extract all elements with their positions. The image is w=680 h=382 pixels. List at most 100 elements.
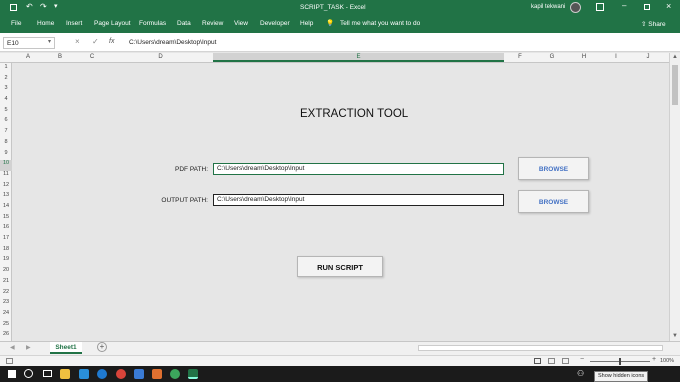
tab-file[interactable]: File: [11, 20, 21, 27]
scroll-up-icon[interactable]: ▲: [672, 54, 678, 60]
row-header-21[interactable]: 21: [0, 278, 12, 289]
insert-function-icon[interactable]: fx: [109, 38, 114, 45]
run-script-button[interactable]: RUN SCRIPT: [297, 256, 383, 277]
row-header-2[interactable]: 2: [0, 75, 12, 86]
column-header-f[interactable]: F: [504, 54, 536, 60]
row-header-23[interactable]: 23: [0, 299, 12, 310]
customize-toolbar-icon[interactable]: ▾: [54, 2, 58, 10]
user-name[interactable]: kapil tekwani: [531, 4, 565, 10]
horizontal-scrollbar[interactable]: [418, 345, 663, 351]
page-break-view-icon[interactable]: [562, 358, 569, 364]
search-icon[interactable]: [24, 369, 33, 378]
cancel-entry-icon[interactable]: ×: [75, 37, 80, 46]
column-header-d[interactable]: D: [108, 54, 213, 60]
pdf-browse-button[interactable]: BROWSE: [518, 157, 589, 180]
vertical-scrollbar[interactable]: ▲ ▼: [669, 53, 680, 343]
row-header-7[interactable]: 7: [0, 128, 12, 139]
row-header-18[interactable]: 18: [0, 246, 12, 257]
column-header-c[interactable]: C: [76, 54, 108, 60]
media-icon[interactable]: [152, 369, 162, 379]
row-header-20[interactable]: 20: [0, 267, 12, 278]
row-header-1[interactable]: 1: [0, 64, 12, 75]
row-header-22[interactable]: 22: [0, 289, 12, 300]
vscode-icon[interactable]: [79, 369, 89, 379]
sheet-area[interactable]: EXTRACTION TOOL PDF PATH: C:\Users\dream…: [12, 63, 669, 341]
row-header-24[interactable]: 24: [0, 310, 12, 321]
row-header-9[interactable]: 9: [0, 150, 12, 161]
file-explorer-icon[interactable]: [60, 369, 70, 379]
row-header-6[interactable]: 6: [0, 117, 12, 128]
row-header-25[interactable]: 25: [0, 321, 12, 332]
share-button[interactable]: ⇧ Share: [641, 20, 666, 28]
column-header-g[interactable]: G: [536, 54, 568, 60]
minimize-icon[interactable]: –: [622, 1, 626, 10]
redo-icon[interactable]: ↷: [40, 2, 47, 11]
tab-view[interactable]: View: [234, 20, 248, 27]
tell-me-input[interactable]: Tell me what you want to do: [340, 20, 420, 27]
undo-icon[interactable]: ↶: [26, 2, 33, 11]
photos-icon[interactable]: [134, 369, 144, 379]
row-header-15[interactable]: 15: [0, 214, 12, 225]
sheet-tab-sheet1[interactable]: Sheet1: [50, 342, 82, 354]
row-header-17[interactable]: 17: [0, 235, 12, 246]
row-header-13[interactable]: 13: [0, 192, 12, 203]
tab-insert[interactable]: Insert: [66, 20, 82, 27]
row-header-11[interactable]: 11: [0, 171, 12, 182]
formula-input[interactable]: C:\Users\dream\Desktop\Input: [126, 37, 676, 49]
tab-home[interactable]: Home: [37, 20, 54, 27]
output-path-input[interactable]: C:\Users\dream\Desktop\Input: [213, 194, 504, 206]
save-icon[interactable]: [10, 4, 17, 11]
row-header-5[interactable]: 5: [0, 107, 12, 118]
row-header-3[interactable]: 3: [0, 85, 12, 96]
zoom-slider-thumb[interactable]: [619, 358, 621, 365]
restore-icon[interactable]: [644, 4, 650, 10]
column-header-e[interactable]: E: [213, 53, 504, 62]
sheet-tab-bar: ◀ ▶ Sheet1 +: [0, 341, 680, 355]
scroll-thumb[interactable]: [672, 65, 678, 105]
row-header-14[interactable]: 14: [0, 203, 12, 214]
task-view-icon[interactable]: [43, 370, 52, 377]
enter-entry-icon[interactable]: ✓: [92, 37, 99, 46]
tab-review[interactable]: Review: [202, 20, 223, 27]
column-header-b[interactable]: B: [44, 54, 76, 60]
column-header-i[interactable]: I: [600, 54, 632, 60]
macro-record-icon[interactable]: [6, 358, 13, 364]
close-icon[interactable]: ×: [666, 1, 671, 11]
prev-sheet-icon[interactable]: ◀: [10, 344, 15, 351]
tab-formulas[interactable]: Formulas: [139, 20, 166, 27]
edge-icon[interactable]: [97, 369, 107, 379]
pdf-path-label: PDF PATH:: [175, 166, 208, 173]
scroll-down-icon[interactable]: ▼: [672, 333, 678, 339]
zoom-out-icon[interactable]: −: [580, 356, 584, 363]
chrome-icon[interactable]: [116, 369, 126, 379]
tab-developer[interactable]: Developer: [260, 20, 290, 27]
row-header-8[interactable]: 8: [0, 139, 12, 150]
chrome-icon-2[interactable]: [170, 369, 180, 379]
row-header-12[interactable]: 12: [0, 182, 12, 193]
tab-data[interactable]: Data: [177, 20, 191, 27]
zoom-level[interactable]: 100%: [660, 358, 674, 364]
row-header-19[interactable]: 19: [0, 256, 12, 267]
normal-view-icon[interactable]: [534, 358, 541, 364]
windows-start-icon[interactable]: [8, 370, 16, 378]
output-browse-button[interactable]: BROWSE: [518, 190, 589, 213]
people-icon[interactable]: ⚇: [577, 369, 584, 378]
row-header-16[interactable]: 16: [0, 224, 12, 235]
tab-page-layout[interactable]: Page Layout: [94, 20, 131, 27]
column-header-a[interactable]: A: [12, 54, 44, 60]
pdf-path-input[interactable]: C:\Users\dream\Desktop\Input: [213, 163, 504, 175]
next-sheet-icon[interactable]: ▶: [26, 344, 31, 351]
excel-taskbar-icon[interactable]: [188, 369, 198, 379]
row-header-10[interactable]: 10: [0, 160, 12, 171]
column-header-j[interactable]: J: [632, 54, 664, 60]
add-sheet-icon[interactable]: +: [97, 342, 107, 352]
ribbon-display-options-icon[interactable]: [596, 3, 604, 11]
tab-help[interactable]: Help: [300, 20, 313, 27]
namebox-dropdown-icon[interactable]: ▾: [48, 38, 51, 45]
column-header-h[interactable]: H: [568, 54, 600, 60]
row-header-4[interactable]: 4: [0, 96, 12, 107]
avatar[interactable]: [570, 2, 581, 13]
show-hidden-icons-tooltip: Show hidden icons: [594, 371, 649, 382]
page-layout-view-icon[interactable]: [548, 358, 555, 364]
zoom-in-icon[interactable]: +: [652, 356, 656, 363]
